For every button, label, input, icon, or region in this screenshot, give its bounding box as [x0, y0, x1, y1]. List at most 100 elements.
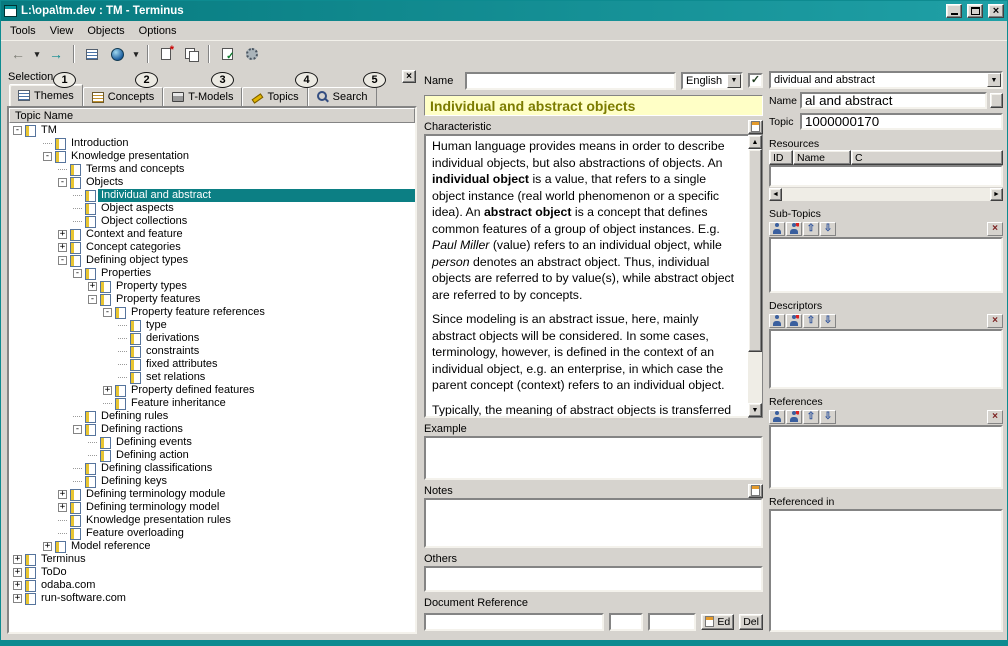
expand-toggle-icon[interactable]: -: [103, 308, 112, 317]
document-page-input[interactable]: [609, 612, 644, 631]
tree-item[interactable]: + Property defined features: [9, 384, 415, 397]
others-input[interactable]: [424, 566, 763, 592]
tab-concepts[interactable]: Concepts: [82, 87, 164, 106]
chevron-down-icon[interactable]: ▼: [987, 73, 1001, 87]
tree-item[interactable]: - Property features: [9, 293, 415, 306]
tree-item[interactable]: - Defining object types: [9, 254, 415, 267]
menu-options[interactable]: Options: [132, 23, 184, 39]
expand-toggle-icon[interactable]: +: [43, 542, 52, 551]
document-position-input[interactable]: [648, 612, 697, 631]
open-characteristic-editor-button[interactable]: [747, 119, 763, 134]
resources-column-id[interactable]: ID: [768, 150, 793, 165]
globe-button[interactable]: [105, 43, 129, 65]
resources-column-name[interactable]: Name: [792, 150, 851, 165]
tree-item[interactable]: derivations: [9, 332, 415, 345]
tree-item[interactable]: - Defining ractions: [9, 423, 415, 436]
left-splitter[interactable]: [417, 69, 424, 634]
menu-objects[interactable]: Objects: [80, 23, 131, 39]
view-options-dropdown[interactable]: ▾: [130, 43, 142, 65]
tree-item[interactable]: set relations: [9, 371, 415, 384]
tab-topics[interactable]: Topics: [242, 87, 308, 106]
expand-toggle-icon[interactable]: +: [88, 282, 97, 291]
references-remove-button[interactable]: ×: [987, 409, 1003, 424]
expand-toggle-icon[interactable]: +: [58, 243, 67, 252]
tree-item[interactable]: + Defining terminology model: [9, 501, 415, 514]
expand-toggle-icon[interactable]: +: [13, 581, 22, 590]
close-selection-button[interactable]: ×: [402, 70, 416, 83]
forward-button[interactable]: →: [44, 43, 68, 65]
descriptors-move-down-button[interactable]: ⇩: [819, 313, 836, 328]
tree-item[interactable]: - Properties: [9, 267, 415, 280]
document-reference-input[interactable]: [424, 612, 605, 631]
scrollbar-track[interactable]: [747, 149, 762, 403]
notes-input[interactable]: [424, 498, 763, 548]
expand-toggle-icon[interactable]: +: [103, 386, 112, 395]
menu-view[interactable]: View: [43, 23, 81, 39]
minimize-button[interactable]: [946, 4, 962, 18]
delete-reference-button[interactable]: Del: [739, 613, 763, 630]
menu-tools[interactable]: Tools: [3, 23, 43, 39]
tree-item[interactable]: Feature inheritance: [9, 397, 415, 410]
subtopics-person-add-button[interactable]: [768, 221, 785, 236]
subtopics-remove-button[interactable]: ×: [987, 221, 1003, 236]
topic-list-button[interactable]: [80, 43, 104, 65]
descriptors-list[interactable]: [768, 329, 1003, 389]
tree-item[interactable]: + Property types: [9, 280, 415, 293]
tab-t-models[interactable]: T-Models: [163, 87, 243, 106]
references-move-up-button[interactable]: ⇧: [802, 409, 819, 424]
expand-toggle-icon[interactable]: +: [58, 230, 67, 239]
expand-toggle-icon[interactable]: -: [58, 178, 67, 187]
language-checkbox[interactable]: ✓: [747, 73, 763, 88]
expand-toggle-icon[interactable]: +: [58, 490, 67, 499]
tree-item[interactable]: + Context and feature: [9, 228, 415, 241]
characteristic-text[interactable]: Human language provides means in order t…: [424, 134, 748, 418]
expand-toggle-icon[interactable]: -: [88, 295, 97, 304]
name-input[interactable]: [465, 71, 676, 90]
expand-toggle-icon[interactable]: -: [73, 269, 82, 278]
maximize-button[interactable]: [967, 4, 983, 18]
subtopics-move-down-button[interactable]: ⇩: [819, 221, 836, 236]
process-button[interactable]: [240, 43, 264, 65]
scroll-left-button[interactable]: ◄: [768, 188, 782, 201]
tree-item[interactable]: - TM: [9, 124, 415, 137]
tree-item[interactable]: + Defining terminology module: [9, 488, 415, 501]
title-bar[interactable]: L:\opa\tm.dev : TM - Terminus ×: [1, 1, 1007, 21]
tree-item[interactable]: + Concept categories: [9, 241, 415, 254]
resources-scrollbar[interactable]: ◄ ►: [768, 188, 1003, 201]
references-person-new-button[interactable]: [785, 409, 802, 424]
descriptors-person-add-button[interactable]: [768, 313, 785, 328]
tree-item[interactable]: Object collections: [9, 215, 415, 228]
edit-reference-button[interactable]: Ed: [701, 613, 735, 630]
references-list[interactable]: [768, 425, 1003, 489]
resources-table-body[interactable]: [768, 165, 1003, 187]
tree-item[interactable]: Defining events: [9, 436, 415, 449]
expand-toggle-icon[interactable]: +: [13, 568, 22, 577]
subtopics-move-up-button[interactable]: ⇧: [802, 221, 819, 236]
scroll-down-button[interactable]: ▼: [747, 403, 762, 417]
references-move-down-button[interactable]: ⇩: [819, 409, 836, 424]
back-history-dropdown[interactable]: ▾: [31, 43, 43, 65]
tab-search[interactable]: Search: [307, 87, 377, 106]
tree-item[interactable]: Defining classifications: [9, 462, 415, 475]
open-notes-editor-button[interactable]: [747, 483, 763, 498]
tree-item[interactable]: Knowledge presentation rules: [9, 514, 415, 527]
tree-item[interactable]: fixed attributes: [9, 358, 415, 371]
tree-item[interactable]: - Objects: [9, 176, 415, 189]
referenced-in-list[interactable]: [768, 509, 1003, 632]
expand-toggle-icon[interactable]: +: [58, 503, 67, 512]
expand-toggle-icon[interactable]: -: [13, 126, 22, 135]
tree-item[interactable]: + ToDo: [9, 566, 415, 579]
copy-topic-button[interactable]: [179, 43, 203, 65]
tree-item[interactable]: Feature overloading: [9, 527, 415, 540]
tab-themes[interactable]: Themes: [9, 84, 83, 106]
descriptors-move-up-button[interactable]: ⇧: [802, 313, 819, 328]
tree-item[interactable]: Terms and concepts: [9, 163, 415, 176]
tree-item[interactable]: + odaba.com: [9, 579, 415, 592]
chevron-down-icon[interactable]: ▼: [726, 73, 741, 88]
tree-item[interactable]: Defining action: [9, 449, 415, 462]
expand-toggle-icon[interactable]: -: [43, 152, 52, 161]
expand-name-button[interactable]: [990, 93, 1003, 108]
expand-toggle-icon[interactable]: -: [73, 425, 82, 434]
tree-item[interactable]: Defining keys: [9, 475, 415, 488]
example-input[interactable]: [424, 436, 763, 480]
